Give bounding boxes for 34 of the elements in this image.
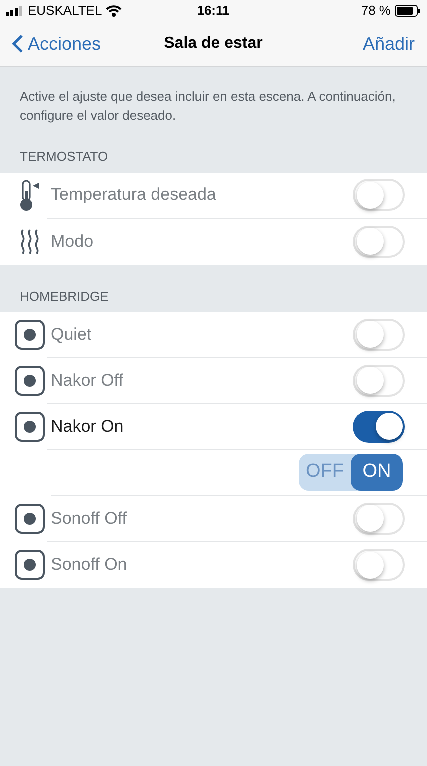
scene-icon [15,320,45,350]
toggle-switch[interactable] [353,410,405,442]
setting-label: Sonoff Off [51,508,127,530]
scene-icon [15,412,45,442]
signal-icon [6,6,24,16]
section-header: HOMEBRIDGE [19,288,110,306]
toggle-switch[interactable] [353,502,405,534]
screen-title: Sala de estar [164,34,263,54]
carrier-name: EUSKALTEL [28,2,102,20]
add-button[interactable]: Añadir [294,30,415,58]
battery-percent: 78 % [361,2,391,20]
toggle-switch[interactable] [353,179,405,211]
toggle-switch[interactable] [353,226,405,258]
setting-label: Sonoff On [51,554,128,576]
setting-label: Nakor On [51,416,124,438]
status-time: 16:11 [197,2,230,20]
setting-label: Temperatura deseada [51,184,216,206]
instructions-text: Active el ajuste que desea incluir en esta escena. A continuación, configure el valor deseado. [19,88,397,125]
section-header: TERMOSTATO [19,148,110,166]
scene-icon [15,550,45,580]
setting-label: Nakor Off [51,370,124,392]
heat-waves-icon [19,228,41,256]
toggle-switch[interactable] [353,318,405,350]
toggle-switch[interactable] [353,549,405,581]
setting-label: Modo [51,230,94,253]
back-button[interactable]: Acciones [12,30,132,58]
scene-icon [15,366,45,396]
battery-icon [394,5,421,17]
toggle-switch[interactable] [353,364,405,396]
wifi-icon [106,5,122,17]
scene-icon [15,504,45,534]
setting-label: Quiet [51,324,92,346]
back-chevron-icon [12,34,24,54]
segment-option[interactable]: ON [351,454,403,491]
